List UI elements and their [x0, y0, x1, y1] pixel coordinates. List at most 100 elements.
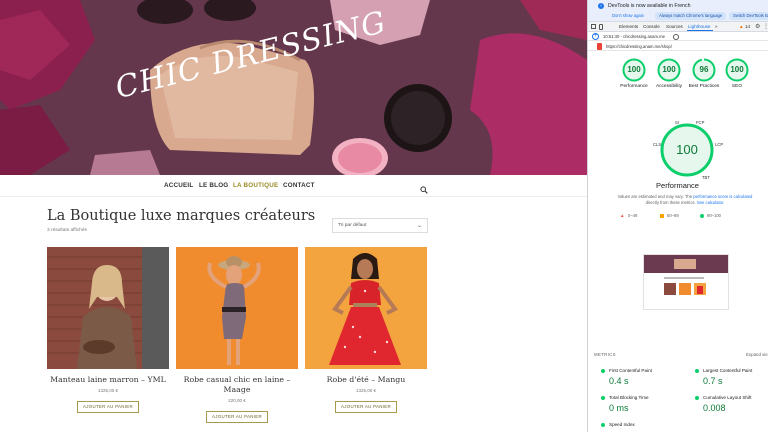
- product-price: 1325,00 €: [355, 388, 377, 393]
- category-gauge-1[interactable]: 100 Accessibility: [649, 58, 689, 90]
- match-chrome-language-button[interactable]: Always match Chrome's language: [655, 12, 727, 20]
- audited-url: https://chicdressing.anam.me/shop/: [606, 44, 672, 49]
- gear-icon[interactable]: ⚙: [755, 23, 760, 30]
- pass-circle-icon: [601, 396, 605, 400]
- category-gauge-0[interactable]: 100 Performance: [614, 58, 654, 90]
- gauge-segment-fcp: FCP: [696, 120, 705, 125]
- info-icon: i: [598, 3, 604, 9]
- product-price: 220,00 €: [228, 398, 246, 403]
- gauge-label: Performance: [620, 84, 648, 89]
- chevron-down-icon: ⌄: [416, 223, 422, 229]
- note-text-2: directly from these metrics.: [645, 200, 696, 205]
- fail-triangle-icon: ▲: [620, 213, 625, 218]
- tab-elements[interactable]: Elements: [619, 24, 638, 29]
- performance-gauge[interactable]: 100 SI FCP LCP TBT CLS: [653, 120, 723, 180]
- tab-lighthouse-underline: [687, 30, 713, 31]
- performance-note: Values are estimated and may vary. The p…: [610, 194, 760, 206]
- pass-circle-icon: [695, 369, 699, 373]
- pass-circle-icon: [601, 423, 605, 427]
- hero-banner: CHIC DRESSING: [0, 0, 587, 175]
- add-to-cart-button[interactable]: AJOUTER AU PANIER: [77, 401, 139, 413]
- category-gauge-3[interactable]: 100 SEO: [717, 58, 757, 90]
- product-name[interactable]: Robe d'été – Mangu: [305, 375, 427, 385]
- more-tabs-button[interactable]: »: [715, 24, 718, 29]
- lighthouse-toolbar: + 10:51:40 - chicdressing.anam.me: [588, 32, 768, 41]
- metric-label: Speed Index: [609, 422, 635, 427]
- metric-label: Largest Contentful Paint: [703, 368, 753, 373]
- legend-average: 50–89: [667, 213, 679, 218]
- legend-pass: 90–100: [707, 213, 721, 218]
- gauge-ring: 100: [657, 58, 681, 82]
- gauge-segment-tbt: TBT: [702, 175, 710, 180]
- product-name[interactable]: Manteau laine marron – YML: [47, 375, 169, 385]
- nav-link-le-blog[interactable]: LE BLOG: [199, 182, 228, 189]
- note-text-1: Values are estimated and may vary. The: [617, 194, 693, 199]
- page-screenshot-thumbnail: [643, 254, 729, 310]
- metric-value: 0.4 s: [609, 376, 629, 386]
- metric-label: First Contentful Paint: [609, 368, 652, 373]
- notice-text: DevTools is now available in French: [608, 3, 691, 9]
- gauge-segment-cls: CLS: [653, 142, 662, 147]
- kebab-menu-icon[interactable]: ⋮: [763, 23, 768, 30]
- expand-view-toggle[interactable]: Expand vie: [746, 352, 768, 357]
- product-image[interactable]: [176, 247, 298, 369]
- metrics-header: METRICS: [594, 352, 616, 357]
- gauge-score: 100: [730, 65, 744, 74]
- main-navigation: ACCUEIL LE BLOG LA BOUTIQUE CONTACT: [0, 175, 587, 197]
- gauge-label: SEO: [731, 84, 743, 89]
- pass-circle-icon: [601, 369, 605, 373]
- language-notice-bar: i DevTools is now available in French Do…: [588, 0, 768, 22]
- metric-value: 0 ms: [609, 403, 629, 413]
- tab-sources[interactable]: Sources: [666, 24, 683, 29]
- switch-devtools-language-button[interactable]: Switch DevTools to: [729, 12, 768, 20]
- gauge-score: 96: [699, 65, 709, 74]
- average-square-icon: [660, 214, 664, 218]
- metric-label: Cumulative Layout Shift: [703, 395, 752, 400]
- new-report-icon[interactable]: +: [592, 33, 599, 40]
- nav-link-la-boutique[interactable]: LA BOUTIQUE: [233, 182, 278, 189]
- device-toolbar-icon[interactable]: [599, 24, 603, 30]
- metric-label: Total Blocking Time: [609, 395, 649, 400]
- score-legend: ▲ 0–49 50–89 90–100: [620, 213, 760, 221]
- pass-circle-icon: [695, 396, 699, 400]
- score-calculation-link[interactable]: performance score is calculated: [693, 194, 752, 199]
- product-image[interactable]: [305, 247, 427, 369]
- gauge-ring: 100: [725, 58, 749, 82]
- nav-link-accueil[interactable]: ACCUEIL: [164, 182, 193, 189]
- search-icon[interactable]: [420, 181, 428, 199]
- screen: CHIC DRESSING ACCUEIL LE BLOG LA BOUTIQU…: [0, 0, 768, 432]
- product-image[interactable]: [47, 247, 169, 369]
- gauge-score: 100: [627, 65, 641, 74]
- product-price: 1325,00 €: [97, 388, 119, 393]
- inspect-icon[interactable]: [591, 24, 596, 29]
- nav-link-contact[interactable]: CONTACT: [283, 182, 315, 189]
- clear-report-icon[interactable]: [673, 33, 679, 40]
- sort-select-value: Tri par défaut: [338, 223, 367, 228]
- report-selector[interactable]: 10:51:40 - chicdressing.anam.me: [603, 34, 665, 39]
- legend-fail: 0–49: [628, 213, 638, 218]
- see-calculator-link[interactable]: See calculator.: [697, 200, 724, 205]
- pass-circle-icon: [700, 214, 704, 218]
- performance-heading: Performance: [656, 181, 699, 190]
- gauge-ring: 100: [622, 58, 646, 82]
- add-to-cart-button[interactable]: AJOUTER AU PANIER: [335, 401, 397, 413]
- product-name[interactable]: Robe casual chic en laine – Maage: [176, 375, 298, 395]
- dont-show-again-button[interactable]: Don't show again: [608, 12, 648, 20]
- results-count: 3 résultats affichés: [47, 228, 87, 233]
- gauge-ring: 96: [692, 58, 716, 82]
- gauge-label: Accessibility: [655, 84, 683, 89]
- sort-select[interactable]: Tri par défaut ⌄: [332, 218, 428, 233]
- issues-count[interactable]: 14: [745, 24, 750, 29]
- lighthouse-logo-icon: [597, 43, 602, 50]
- gauge-score: 100: [662, 65, 676, 74]
- metric-value: 0.008: [703, 403, 726, 413]
- gauge-segment-si: SI: [675, 120, 679, 125]
- website-viewport: CHIC DRESSING ACCUEIL LE BLOG LA BOUTIQU…: [0, 0, 587, 432]
- add-to-cart-button[interactable]: AJOUTER AU PANIER: [206, 411, 268, 423]
- page-title: La Boutique luxe marques créateurs: [47, 208, 316, 224]
- performance-score: 100: [676, 142, 698, 157]
- tab-console[interactable]: Console: [643, 24, 660, 29]
- metric-value: 0.7 s: [703, 376, 723, 386]
- tab-lighthouse[interactable]: Lighthouse: [688, 24, 710, 29]
- issues-warning-icon[interactable]: ▲: [739, 24, 744, 29]
